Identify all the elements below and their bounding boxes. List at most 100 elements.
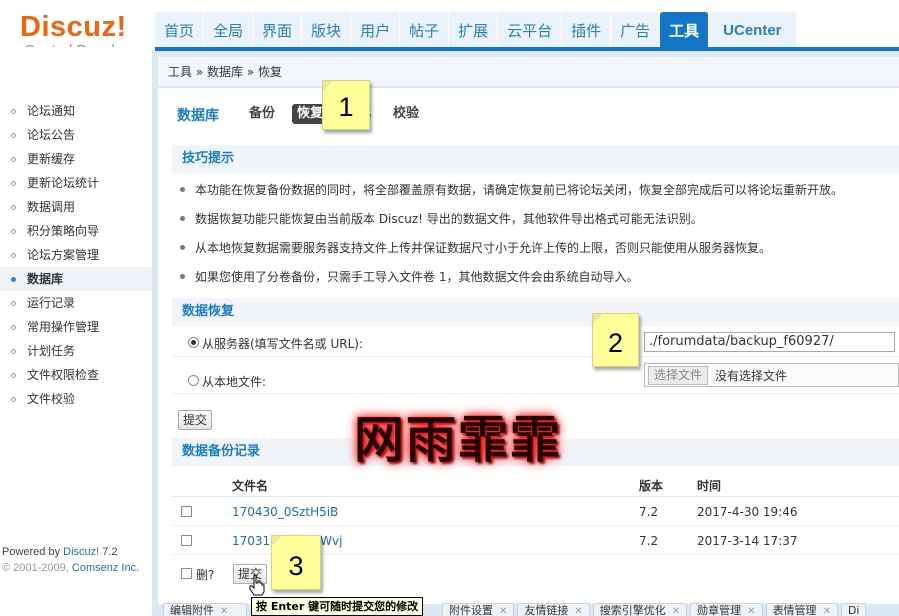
close-icon[interactable]: ✕ [220,606,228,616]
callout-number: 1 [338,92,354,122]
bottom-tab-label: 搜索引擎优化 [599,604,666,616]
tip-text: 如果您使用了分卷备份，只需手工导入文件卷 1，其他数据文件会由系统自动导入。 [195,270,639,284]
sidebar-item-run-log[interactable]: 运行记录 [0,291,152,315]
powered-brand-link[interactable]: Discuz! [63,546,99,558]
hand-cursor-icon [249,574,265,596]
close-icon[interactable]: ✕ [823,606,831,616]
sidebar-item-file-perms[interactable]: 文件权限检查 [0,363,152,387]
tip-item: 数据恢复功能只能恢复由当前版本 Discuz! 导出的数据文件，其他软件导出格式… [180,210,703,227]
bottom-tab-label: 勋章管理 [697,604,742,616]
bottom-tab-label: 编辑附件 [170,604,214,616]
close-icon[interactable]: ✕ [499,606,507,616]
sidebar-item-update-stats[interactable]: 更新论坛统计 [0,171,152,195]
delete-label: 删? [196,568,215,582]
tab-verify[interactable]: 校验 [388,104,424,124]
nav-plugins[interactable]: 插件 [562,12,612,47]
bottom-tab-attach-settings[interactable]: 附件设置 ✕ [442,603,515,616]
close-icon[interactable]: ✕ [574,606,582,616]
sidebar-item-cron[interactable]: 计划任务 [0,339,152,363]
sidebar-item-label: 论坛通知 [27,104,76,118]
bottom-tab-di[interactable]: Di [840,603,867,616]
sidebar-item-label: 文件校验 [27,392,76,406]
sidebar-item-common-ops[interactable]: 常用操作管理 [0,315,152,339]
page-title: 数据库 [177,108,219,124]
tip-item: 如果您使用了分卷备份，只需手工导入文件卷 1，其他数据文件会由系统自动导入。 [180,268,638,285]
bullet-icon [180,245,185,250]
copyright-prefix: © 2001-2009, [2,562,72,574]
bottom-tab-medals[interactable]: 勋章管理 ✕ [690,603,763,616]
bottom-tab-label: Di [847,604,860,616]
nav-global[interactable]: 全局 [204,12,254,47]
watermark: 网雨霏霏 [354,410,562,469]
nav-cloud[interactable]: 云平台 [498,12,563,47]
tip-item: 从本地恢复数据需要服务器支持文件上传并保证数据尺寸小于允许上传的上限，否则只能使… [180,239,771,256]
row-checkbox[interactable] [181,535,192,546]
from-local-radio[interactable] [188,375,199,386]
copyright-company-link[interactable]: Comsenz Inc. [72,562,139,574]
bullet-icon [11,133,16,138]
from-local-label: 从本地文件: [202,375,267,389]
bullet-icon [180,187,185,192]
callout-number: 2 [607,328,624,358]
close-icon[interactable]: ✕ [672,606,680,616]
bullet-icon [11,229,16,234]
sidebar-item-announce-notice[interactable]: 论坛通知 [0,99,152,123]
bullet-icon [11,397,16,402]
server-path-input[interactable]: ./forumdata/backup_f60927/ [644,332,895,352]
header: Discuz! Control Panel 首页 全局 界面 版块 用户 帖子 … [0,0,899,59]
sidebar-item-database[interactable]: 数据库 [0,267,152,291]
backup-version: 7.2 [639,534,659,548]
nav-users[interactable]: 用户 [351,12,401,47]
bottom-tab-label: 附件设置 [449,604,493,616]
breadcrumb: 工具 » 数据库 » 恢复 [158,57,899,87]
tip-text: 数据恢复功能只能恢复由当前版本 Discuz! 导出的数据文件，其他软件导出格式… [195,212,703,226]
bottom-tab-edit-attach[interactable]: 编辑附件 ✕ [163,603,247,616]
local-file-picker: 选择文件 没有选择文件 [644,363,899,387]
bottom-tab-seo[interactable]: 搜索引擎优化 ✕ [592,603,688,616]
logo-title: Discuz! [20,11,127,43]
callout-note-1: 1 [322,80,370,130]
bottom-tab-smilies[interactable]: 表情管理 ✕ [765,603,838,616]
file-status: 没有选择文件 [715,369,788,383]
close-icon[interactable]: ✕ [747,606,755,616]
nav-home[interactable]: 首页 [155,12,205,47]
backup-filename-link[interactable]: 170430_0SztH5iB [232,505,338,519]
sidebar-item-data-call[interactable]: 数据调用 [0,195,152,219]
sidebar-item-label: 运行记录 [27,296,76,310]
choose-file-button[interactable]: 选择文件 [648,366,709,385]
sidebar-item-label: 数据调用 [27,200,76,214]
nav-tools[interactable]: 工具 [660,12,710,47]
bullet-icon [180,274,185,279]
sidebar-item-credits-wizard[interactable]: 积分策略向导 [0,219,152,243]
nav-posts[interactable]: 帖子 [400,12,450,47]
nav-interface[interactable]: 界面 [253,12,303,47]
bottom-tab-friendlinks[interactable]: 友情链接 ✕ [517,603,590,616]
sidebar-item-label: 论坛方案管理 [27,248,100,262]
backup-version: 7.2 [639,505,659,519]
sidebar-item-announcements[interactable]: 论坛公告 [0,123,152,147]
from-server-radio[interactable] [188,337,199,348]
nav-ucenter[interactable]: UCenter [709,12,797,47]
select-all-checkbox[interactable] [181,568,192,579]
sidebar-item-file-verify[interactable]: 文件校验 [0,387,152,411]
sidebar-item-forum-scheme[interactable]: 论坛方案管理 [0,243,152,267]
nav-extend[interactable]: 扩展 [449,12,499,47]
main-content: 数据库 备份 恢复 优化 校验 技巧提示 本功能在恢复备份数据的同时，将全部覆盖… [158,88,899,604]
callout-note-2: 2 [592,313,639,367]
backup-time: 2017-4-30 19:46 [697,505,798,519]
bullet-icon [11,373,16,378]
note-fold-icon [593,314,603,324]
tip-text: 从本地恢复数据需要服务器支持文件上传并保证数据尺寸小于允许上传的上限，否则只能使… [195,241,772,255]
sidebar-item-update-cache[interactable]: 更新缓存 [0,147,152,171]
nav-forums[interactable]: 版块 [302,12,352,47]
sidebar-item-label: 计划任务 [27,344,76,358]
sidebar-menu: 论坛通知 论坛公告 更新缓存 更新论坛统计 数据调用 积分策略向导 论坛方案管理… [0,99,152,411]
bullet-icon [11,157,16,162]
nav-ads[interactable]: 广告 [611,12,661,47]
restore-submit-button[interactable]: 提交 [178,410,213,430]
bullet-icon [11,325,16,330]
tab-backup[interactable]: 备份 [244,104,280,124]
sidebar: 论坛通知 论坛公告 更新缓存 更新论坛统计 数据调用 积分策略向导 论坛方案管理… [0,47,152,616]
row-checkbox[interactable] [181,506,192,517]
callout-number: 3 [288,551,304,581]
